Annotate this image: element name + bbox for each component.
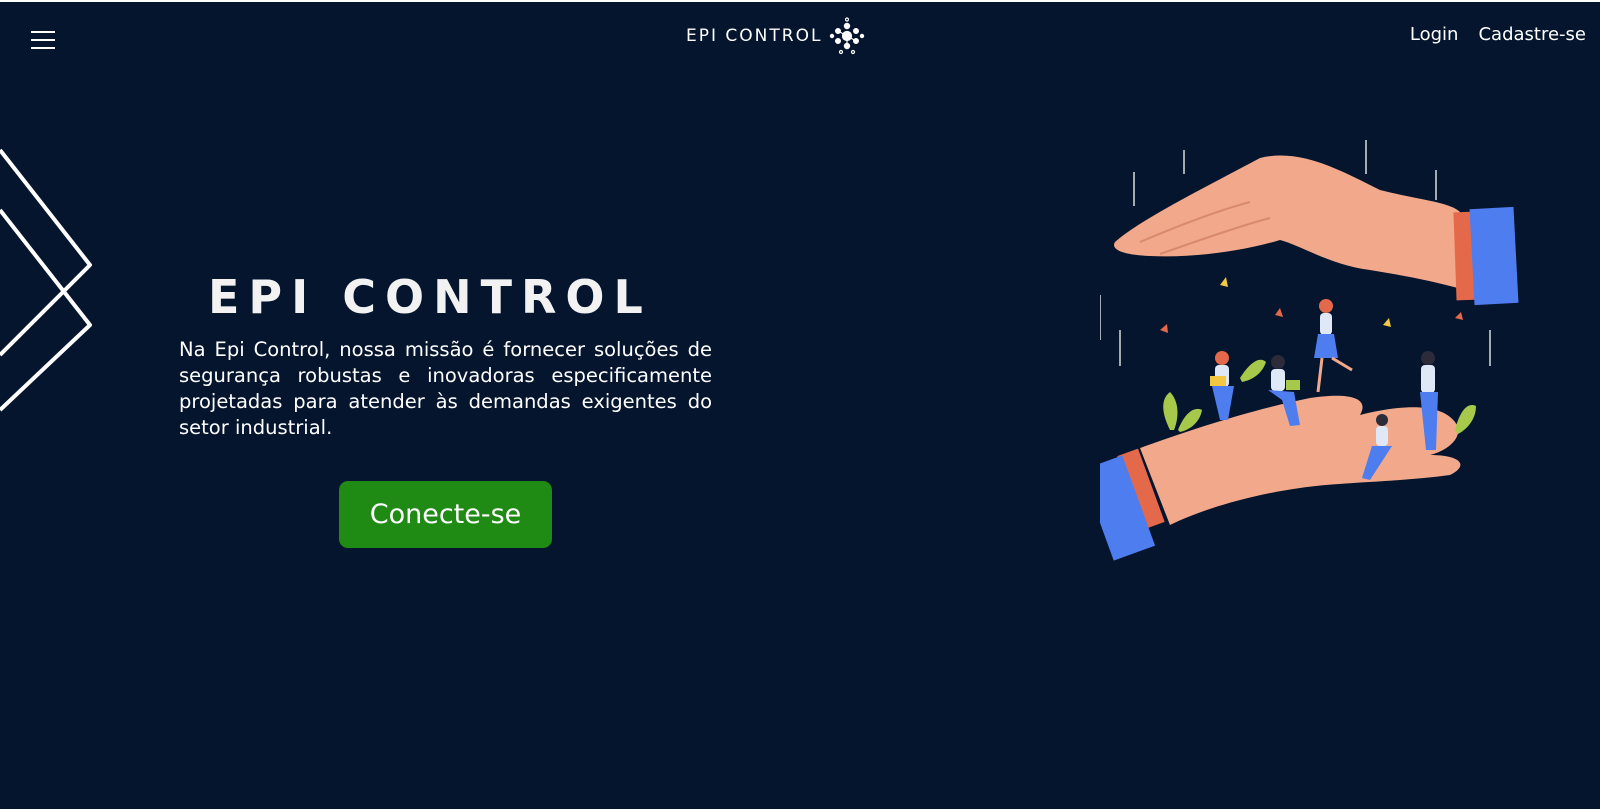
molecule-network-icon	[830, 17, 865, 55]
hands-protecting-people-illustration	[1100, 140, 1519, 561]
header-brand-text: EPI CONTROL	[686, 26, 823, 46]
header-nav: Login Cadastre-se	[1410, 24, 1586, 45]
decorative-chevrons	[0, 148, 92, 412]
hamburger-menu-icon[interactable]	[31, 29, 55, 51]
header-logo[interactable]: EPI CONTROL	[686, 16, 866, 56]
top-border	[0, 0, 1600, 2]
hero-logo-title: EPI CONTROL	[208, 270, 652, 324]
hero-description: Na Epi Control, nossa missão é fornecer …	[179, 338, 712, 439]
signup-link[interactable]: Cadastre-se	[1478, 24, 1586, 45]
login-link[interactable]: Login	[1410, 24, 1459, 45]
connect-button[interactable]: Conecte-se	[339, 481, 552, 548]
